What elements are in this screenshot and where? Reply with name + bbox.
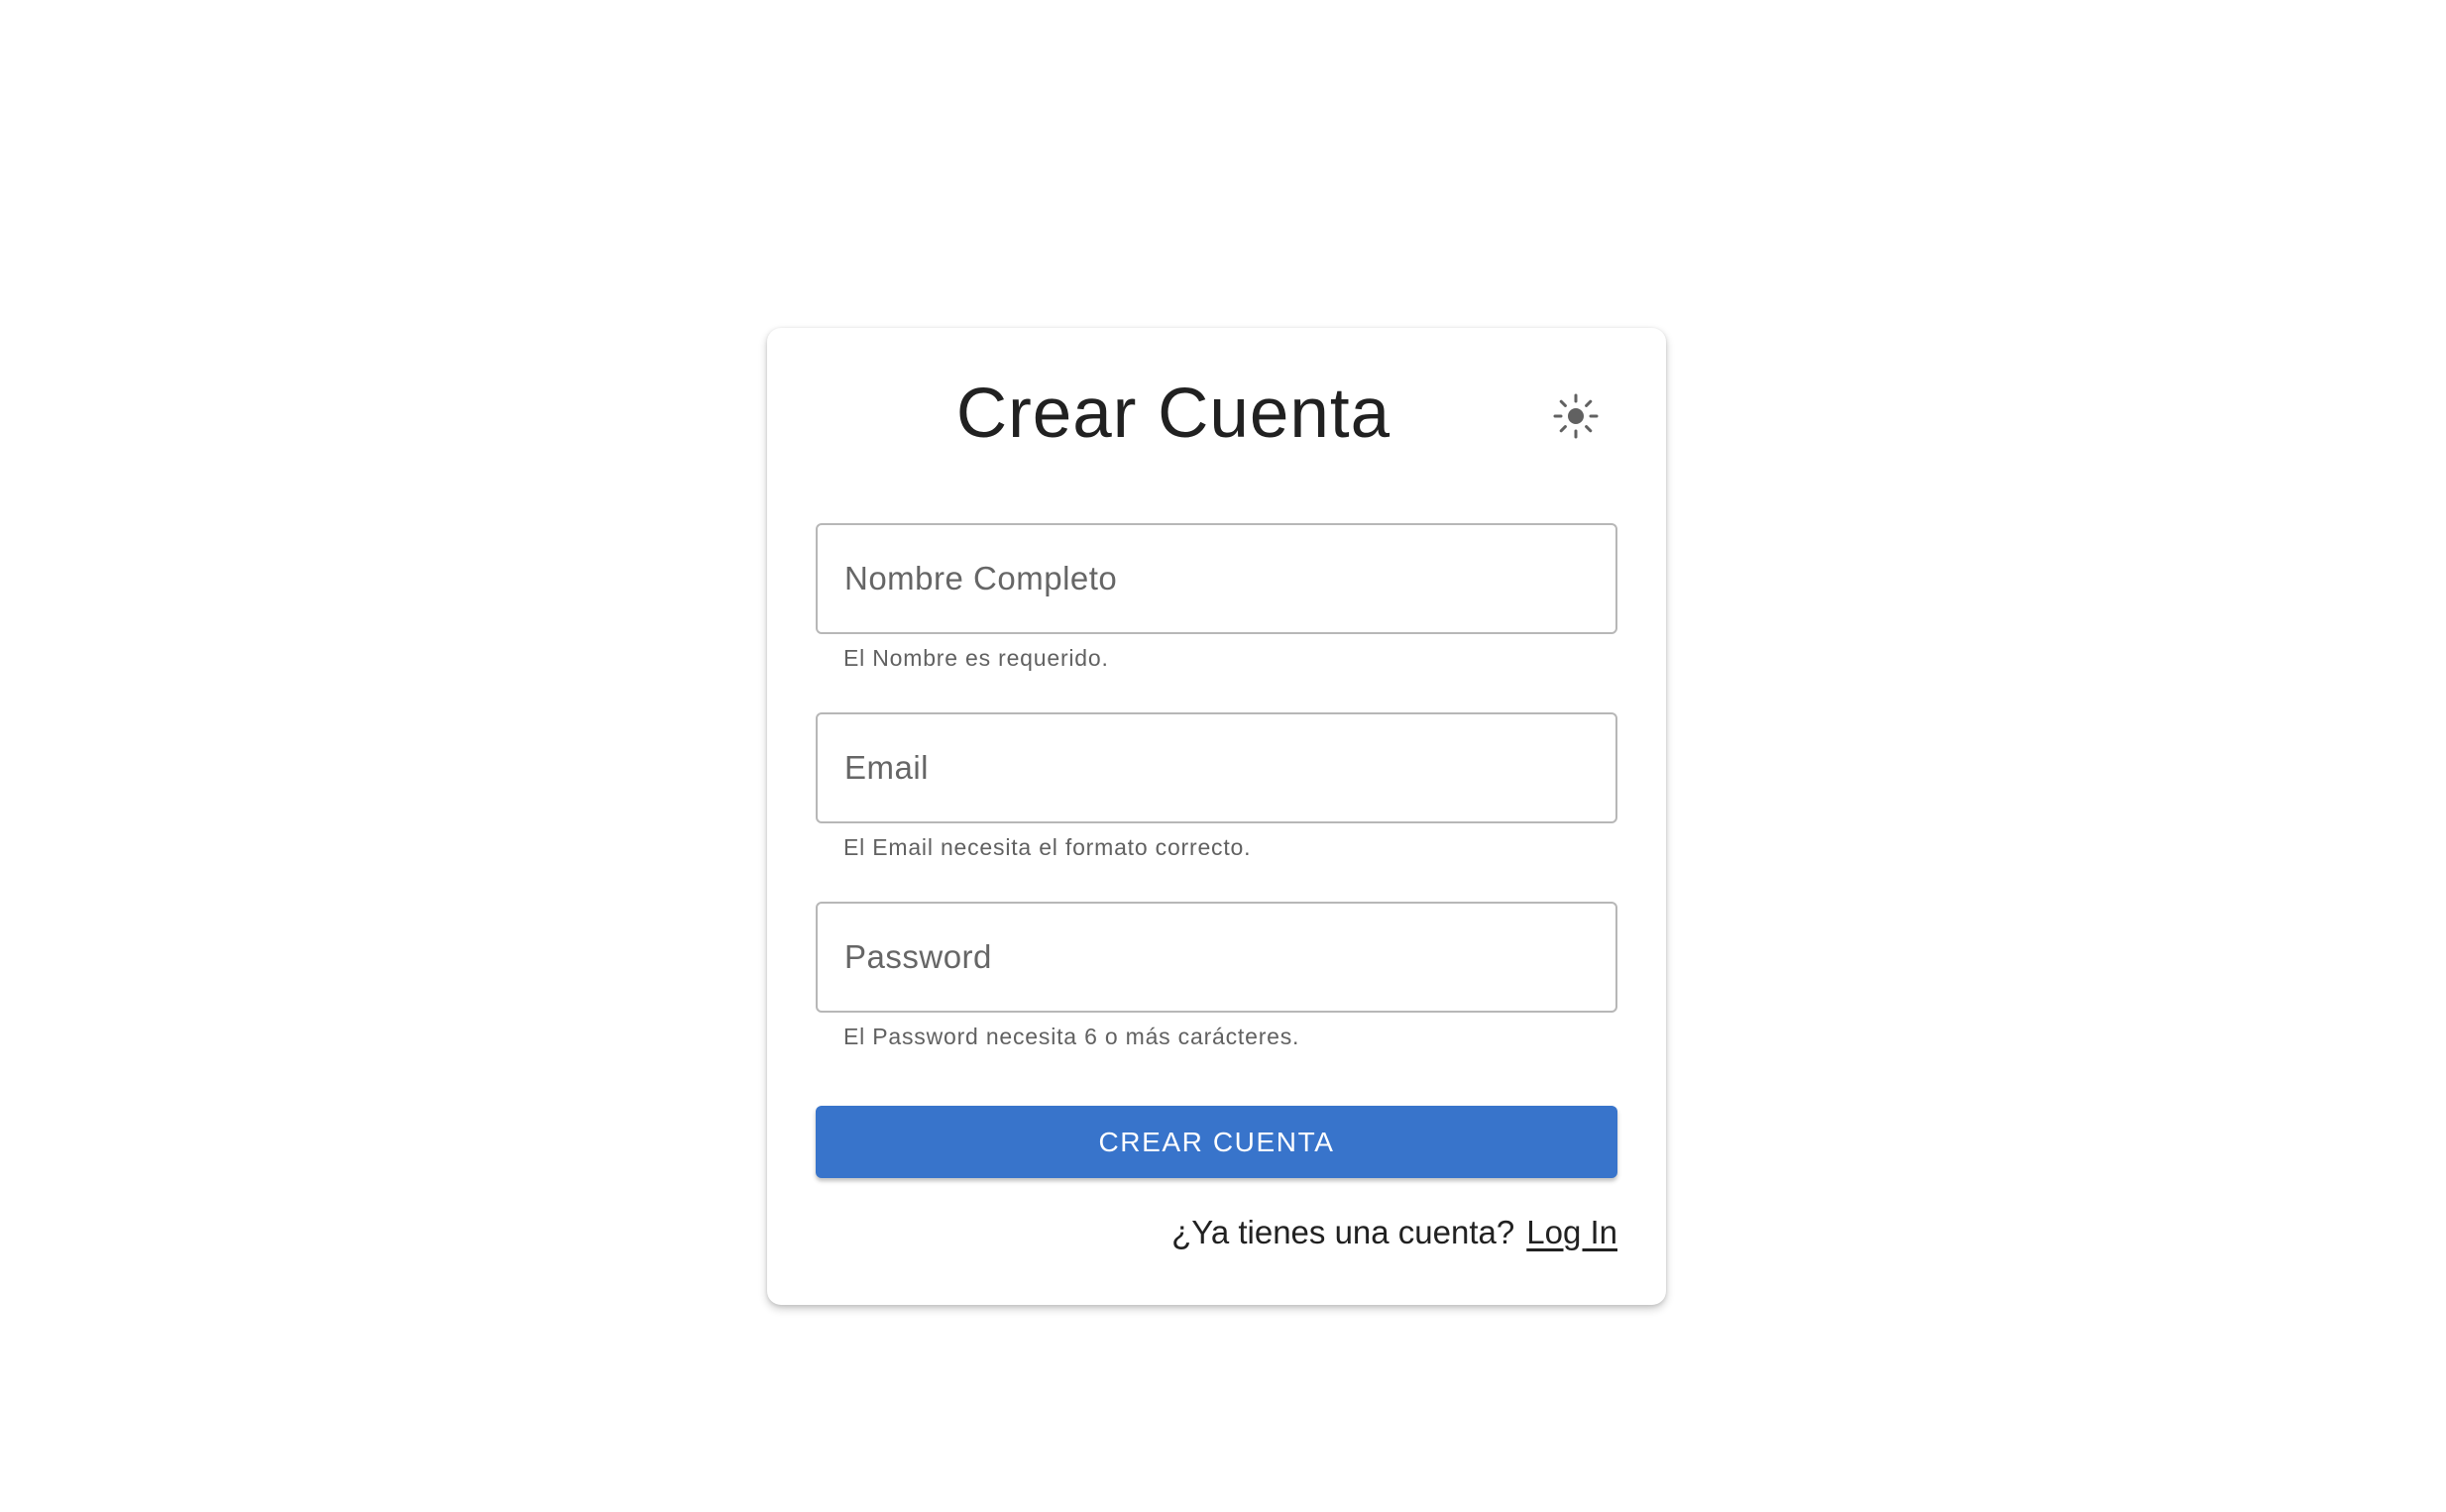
theme-toggle-button[interactable]	[1543, 383, 1609, 449]
name-input[interactable]	[818, 525, 1615, 632]
name-helper-text: El Nombre es requerido.	[843, 645, 1109, 671]
create-account-button[interactable]: CREAR CUENTA	[816, 1106, 1617, 1178]
password-field[interactable]	[816, 902, 1617, 1013]
login-prompt-text: ¿Ya tienes una cuenta?	[1171, 1214, 1515, 1250]
email-field[interactable]	[816, 712, 1617, 823]
signup-card: Crear Cuenta El Nombre es requerido. El …	[767, 328, 1666, 1305]
sun-icon	[1553, 393, 1599, 439]
email-input[interactable]	[818, 714, 1615, 821]
password-input[interactable]	[818, 904, 1615, 1011]
name-field[interactable]	[816, 523, 1617, 634]
password-helper-text: El Password necesita 6 o más carácteres.	[843, 1024, 1300, 1049]
email-helper-text: El Email necesita el formato correcto.	[843, 834, 1252, 860]
page-title: Crear Cuenta	[955, 375, 1391, 453]
login-prompt: ¿Ya tienes una cuenta? Log In	[1171, 1213, 1617, 1252]
login-link[interactable]: Log In	[1526, 1214, 1617, 1250]
